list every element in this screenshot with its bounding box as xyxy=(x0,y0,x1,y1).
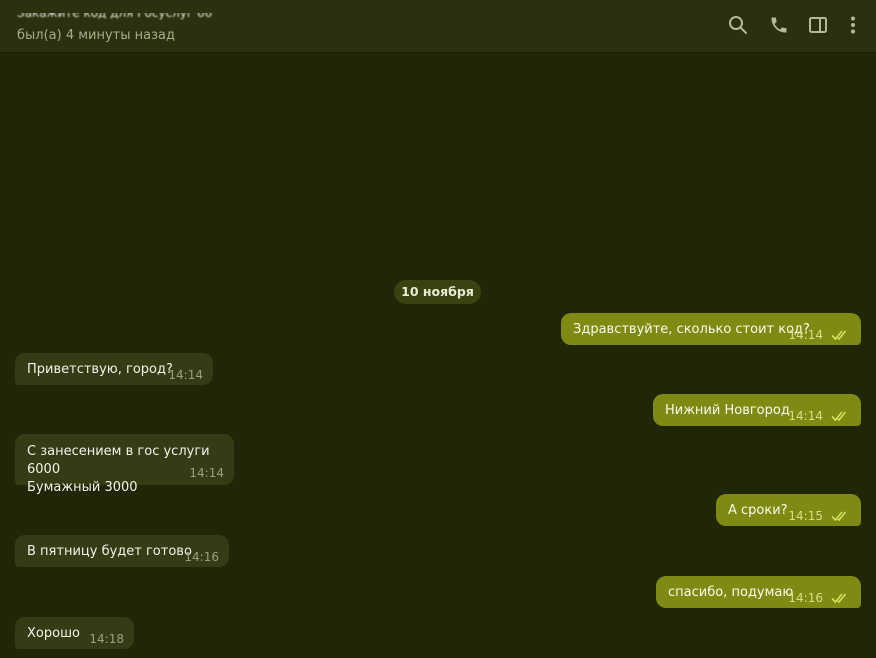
message-incoming[interactable]: В пятницу будет готово 14:16 xyxy=(15,535,229,567)
message-time: 14:14 xyxy=(788,328,823,342)
chat-header[interactable]: Закажите код для Госуслуг 66 был(а) 4 ми… xyxy=(0,0,876,53)
message-time: 14:15 xyxy=(788,509,823,523)
message-text: А сроки? xyxy=(728,502,788,518)
message-incoming[interactable]: С занесением в гос услуги 6000 Бумажный … xyxy=(15,434,234,495)
message-text: спасибо, подумаю xyxy=(668,584,794,600)
last-seen-status: был(а) 4 минуты назад xyxy=(17,28,175,43)
message-outgoing[interactable]: Нижний Новгород 14:14 xyxy=(653,394,861,426)
chat-window: Закажите код для Госуслуг 66 был(а) 4 ми… xyxy=(0,0,876,658)
read-checkmarks-icon xyxy=(831,593,847,604)
message-time: 14:16 xyxy=(184,550,219,564)
more-icon xyxy=(851,16,855,34)
message-time: 14:14 xyxy=(168,368,203,382)
message-time: 14:18 xyxy=(89,632,124,646)
message-text: В пятницу будет готово xyxy=(27,543,192,559)
message-text: Хорошо xyxy=(27,625,80,641)
read-checkmarks-icon xyxy=(831,330,847,341)
message-incoming[interactable]: Хорошо 14:18 xyxy=(15,617,134,649)
read-checkmarks-icon xyxy=(831,411,847,422)
message-time: 14:16 xyxy=(788,591,823,605)
message-text: Здравствуйте, сколько стоит код? xyxy=(573,321,810,337)
message-text: Нижний Новгород xyxy=(665,402,790,418)
message-text: Приветствую, город? xyxy=(27,361,173,377)
message-outgoing[interactable]: спасибо, подумаю 14:16 xyxy=(656,576,861,608)
search-icon xyxy=(729,16,747,34)
search-button[interactable] xyxy=(725,12,751,38)
chat-title[interactable]: Закажите код для Госуслуг 66 xyxy=(17,13,277,20)
message-outgoing[interactable]: А сроки? 14:15 xyxy=(716,494,861,526)
message-outgoing[interactable]: Здравствуйте, сколько стоит код? 14:14 xyxy=(561,313,861,345)
date-divider: 10 ноября xyxy=(394,280,481,304)
more-options-button[interactable] xyxy=(840,12,866,38)
call-button[interactable] xyxy=(766,12,792,38)
message-time: 14:14 xyxy=(189,466,224,480)
message-incoming[interactable]: Приветствую, город? 14:14 xyxy=(15,353,213,385)
toggle-sidebar-button[interactable] xyxy=(805,12,831,38)
phone-icon xyxy=(771,17,787,33)
message-time: 14:14 xyxy=(788,409,823,423)
read-checkmarks-icon xyxy=(831,511,847,522)
sidebar-icon xyxy=(809,17,827,33)
